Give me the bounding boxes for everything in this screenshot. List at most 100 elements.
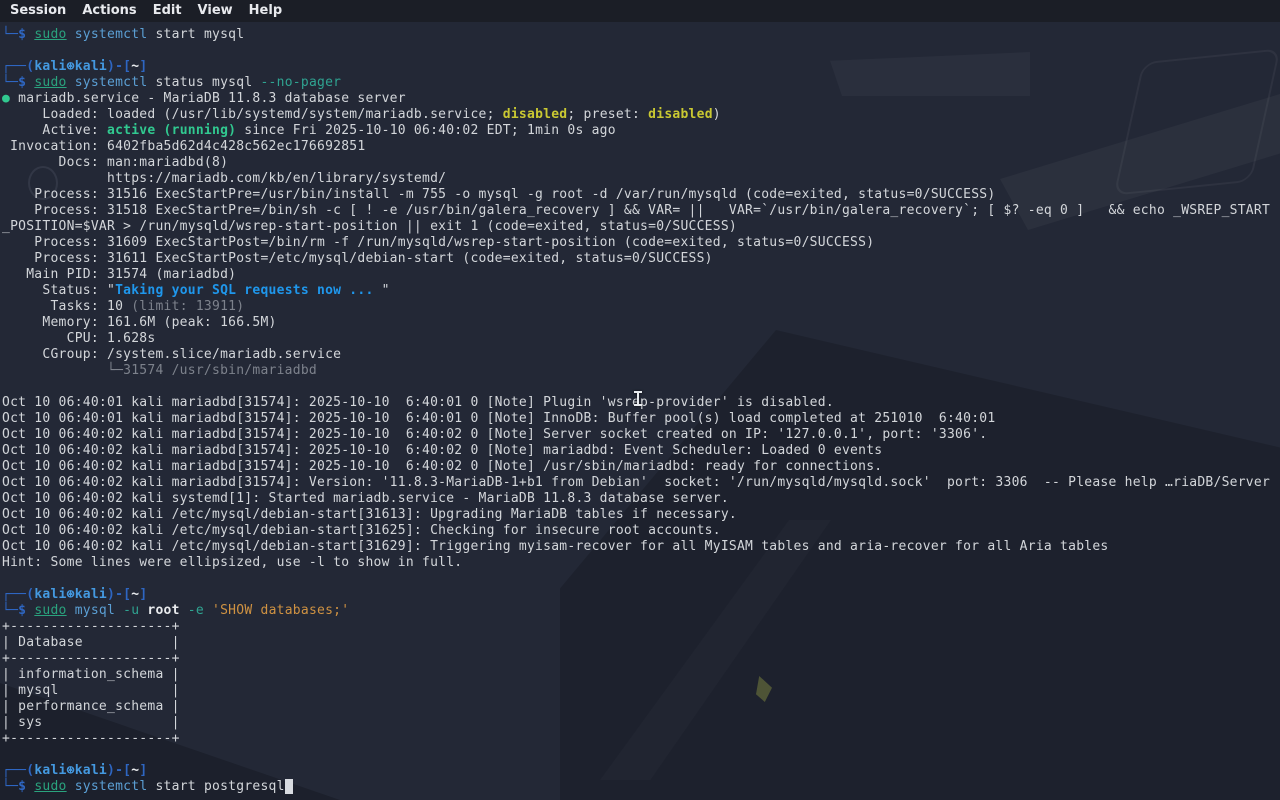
terminal-text: └─ [2,603,18,618]
terminal-text: +--------------------+ [2,651,180,666]
terminal-text: kali⊛kali [34,763,107,778]
terminal-text [67,27,75,42]
terminal-line: Tasks: 10 (limit: 13911) [2,299,1270,315]
terminal-text: sudo [34,27,66,42]
terminal-text: Loaded: loaded (/usr/lib/systemd/system/… [2,107,503,122]
terminal-line: Oct 10 06:40:02 kali mariadbd[31574]: 20… [2,443,1270,459]
terminal-line: Hint: Some lines were ellipsized, use -l… [2,555,1270,571]
terminal-text: ] [139,59,147,74]
terminal-line: CGroup: /system.slice/mariadb.service [2,347,1270,363]
terminal-line: Oct 10 06:40:01 kali mariadbd[31574]: 20… [2,411,1270,427]
terminal-text: " [374,283,390,298]
terminal-text-cursor [285,779,293,794]
terminal-line: Process: 31609 ExecStartPost=/bin/rm -f … [2,235,1270,251]
ibeam-bottom-serif [634,404,642,406]
terminal-text: Main PID: 31574 (mariadbd) [2,267,236,282]
terminal-line: └─$ sudo systemctl start mysql [2,27,1270,43]
terminal-text: +--------------------+ [2,619,180,634]
terminal-text: └─31574 /usr/sbin/mariadbd [2,363,317,378]
terminal-line: | performance_schema | [2,699,1270,715]
terminal-line [2,747,1270,763]
terminal-text: +--------------------+ [2,731,180,746]
terminal-text [67,75,75,90]
terminal-text: CPU: 1.628s [2,331,155,346]
terminal-line: ┌──(kali⊛kali)-[~] [2,763,1270,779]
terminal-text: --no-pager [260,75,341,90]
terminal-text: ] [139,587,147,602]
terminal-text: Process: 31516 ExecStartPre=/usr/bin/ins… [2,187,995,202]
terminal-text: └─ [2,779,18,794]
terminal-text: Hint: Some lines were ellipsized, use -l… [2,555,462,570]
terminal-text: Process: 31518 ExecStartPre=/bin/sh -c [… [2,203,1270,218]
terminal-text: )-[ [107,587,131,602]
terminal-text: | mysql | [2,683,180,698]
terminal-output[interactable]: └─$ sudo systemctl start mysql ┌──(kali⊛k… [2,27,1270,795]
terminal-text: -e [188,603,204,618]
terminal-line: Memory: 161.6M (peak: 166.5M) [2,315,1270,331]
terminal-line: +--------------------+ [2,651,1270,667]
terminal-text: $ [18,603,34,618]
terminal-text: | Database | [2,635,180,650]
terminal-line: Docs: man:mariadbd(8) [2,155,1270,171]
terminal-line: Oct 10 06:40:02 kali mariadbd[31574]: Ve… [2,475,1270,491]
terminal-text: CGroup: /system.slice/mariadb.service [2,347,341,362]
terminal-line: └─$ sudo systemctl status mysql --no-pag… [2,75,1270,91]
terminal-line: ┌──(kali⊛kali)-[~] [2,587,1270,603]
menu-item-edit[interactable]: Edit [145,0,190,22]
terminal-line [2,571,1270,587]
terminal-text: Process: 31609 ExecStartPost=/bin/rm -f … [2,235,874,250]
terminal-line: Status: "Taking your SQL requests now ..… [2,283,1270,299]
mouse-cursor-ibeam [633,391,643,406]
terminal-text: Active: [2,123,107,138]
terminal-text [115,603,123,618]
terminal-text [204,603,212,618]
terminal-line: └─$ sudo systemctl start postgresql [2,779,1270,795]
terminal-text: ] [139,763,147,778]
terminal-text: Oct 10 06:40:01 kali mariadbd[31574]: 20… [2,411,995,426]
terminal-text: $ [18,75,34,90]
terminal-line: Active: active (running) since Fri 2025-… [2,123,1270,139]
terminal-text: Tasks: 10 [2,299,131,314]
menu-item-actions[interactable]: Actions [74,0,144,22]
terminal-text: sudo [34,779,66,794]
terminal-text: disabled [503,107,568,122]
terminal-text: root [147,603,179,618]
terminal-text: Oct 10 06:40:02 kali /etc/mysql/debian-s… [2,523,721,538]
terminal-line: Main PID: 31574 (mariadbd) [2,267,1270,283]
menu-item-help[interactable]: Help [241,0,290,22]
menu-item-view[interactable]: View [190,0,241,22]
terminal-text: Status: " [2,283,115,298]
terminal-text: Oct 10 06:40:02 kali mariadbd[31574]: 20… [2,443,882,458]
terminal-text: 'SHOW databases;' [212,603,349,618]
terminal-text: Oct 10 06:40:01 kali mariadbd[31574]: 20… [2,395,834,410]
terminal-text: Oct 10 06:40:02 kali mariadbd[31574]: Ve… [2,475,1270,490]
terminal-text [67,779,75,794]
terminal-text: _POSITION=$VAR > /run/mysqld/wsrep-start… [2,219,737,234]
terminal-text: Process: 31611 ExecStartPost=/etc/mysql/… [2,251,713,266]
terminal-text: mysql [75,603,115,618]
terminal-line: ● mariadb.service - MariaDB 11.8.3 datab… [2,91,1270,107]
terminal-text: Invocation: 6402fba5d62d4c428c562ec17669… [2,139,365,154]
terminal-text [180,603,188,618]
terminal-text: https://mariadb.com/kb/en/library/system… [2,171,446,186]
terminal-text [67,603,75,618]
menu-item-session[interactable]: Session [2,0,74,22]
terminal-text: sudo [34,75,66,90]
terminal-line: | mysql | [2,683,1270,699]
terminal-text: ) [713,107,721,122]
terminal-text: )-[ [107,59,131,74]
terminal-line: Oct 10 06:40:02 kali /etc/mysql/debian-s… [2,539,1270,555]
terminal-line: Process: 31611 ExecStartPost=/etc/mysql/… [2,251,1270,267]
terminal-text: status mysql [147,75,260,90]
terminal-line: Invocation: 6402fba5d62d4c428c562ec17669… [2,139,1270,155]
menu-bar: SessionActionsEditViewHelp [0,0,1280,22]
terminal-line: Loaded: loaded (/usr/lib/systemd/system/… [2,107,1270,123]
terminal-line: └─31574 /usr/sbin/mariadbd [2,363,1270,379]
terminal-text: (limit: 13911) [131,299,244,314]
terminal-line: | Database | [2,635,1270,651]
terminal-text: Oct 10 06:40:02 kali mariadbd[31574]: 20… [2,459,882,474]
terminal-text: └─ [2,27,18,42]
terminal-text: Oct 10 06:40:02 kali /etc/mysql/debian-s… [2,507,737,522]
terminal-line: ┌──(kali⊛kali)-[~] [2,59,1270,75]
terminal-text: active (running) [107,123,236,138]
